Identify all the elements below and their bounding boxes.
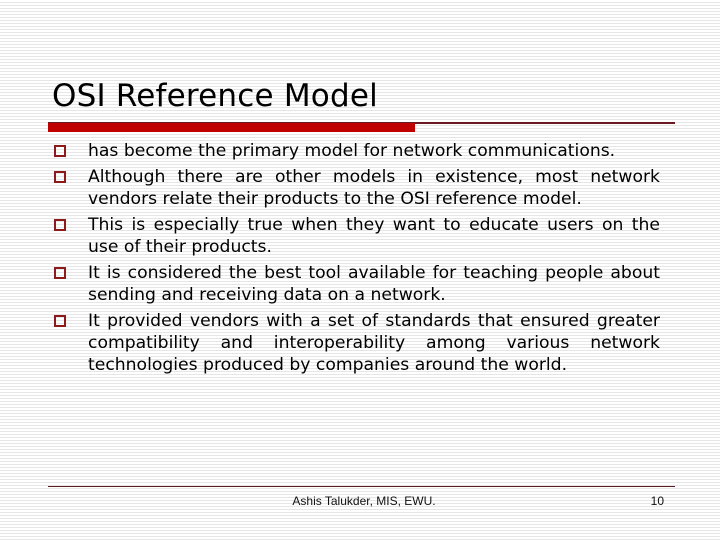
hollow-square-bullet-icon [54,145,66,157]
hollow-square-bullet-icon [54,171,66,183]
hollow-square-bullet-icon [54,219,66,231]
footer-author: Ashis Talukder, MIS, EWU. [292,494,436,508]
bullet-text: Although there are other models in exist… [88,167,660,209]
bullet-list: has become the primary model for network… [54,140,660,380]
page-number: 10 [650,494,664,508]
slide-title: OSI Reference Model [52,78,378,114]
footer-divider [48,486,675,487]
title-accent-bar [48,123,415,132]
bullet-item: It is considered the best tool available… [54,262,660,306]
bullet-text: It is considered the best tool available… [88,263,660,305]
hollow-square-bullet-icon [54,267,66,279]
hollow-square-bullet-icon [54,315,66,327]
bullet-text: has become the primary model for network… [88,141,616,161]
bullet-text: It provided vendors with a set of standa… [88,311,660,375]
bullet-item: This is especially true when they want t… [54,214,660,258]
bullet-item: Although there are other models in exist… [54,166,660,210]
bullet-text: This is especially true when they want t… [88,215,660,257]
bullet-item: has become the primary model for network… [54,140,660,162]
bullet-item: It provided vendors with a set of standa… [54,310,660,376]
